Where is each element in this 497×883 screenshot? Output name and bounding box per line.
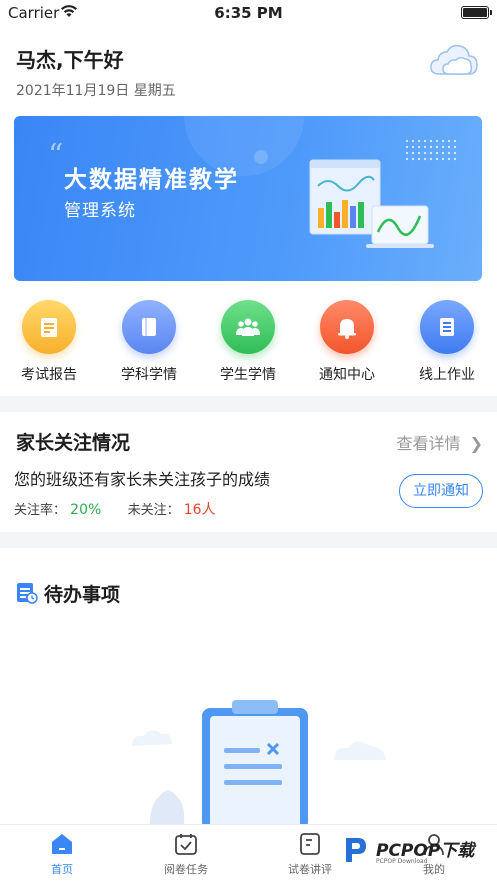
menu-label: 考试报告	[21, 367, 77, 383]
menu-notification-center[interactable]: 通知中心	[302, 298, 392, 384]
tab-label: 阅卷任务	[164, 863, 208, 876]
view-detail-link[interactable]: 查看详情 ❯	[396, 430, 483, 454]
todo-list-icon	[17, 583, 38, 604]
section-divider	[0, 396, 497, 412]
pcpop-logo	[337, 833, 371, 867]
banner-decoration-dot	[254, 150, 268, 164]
attention-rate-label: 关注率：	[14, 503, 67, 518]
menu-label: 通知中心	[319, 367, 375, 383]
dashboard-illustration	[309, 159, 434, 248]
menu-exam-report[interactable]: 考试报告	[4, 298, 94, 384]
attention-rate-value: 20%	[70, 502, 102, 518]
unfollowed-value: 16人	[183, 502, 216, 518]
banner-subtitle: 管理系统	[64, 201, 136, 221]
menu-label: 学生学情	[220, 367, 276, 383]
section-divider	[0, 532, 497, 548]
book-icon	[122, 300, 176, 354]
notify-now-button[interactable]: 立即通知	[399, 474, 483, 508]
calendar-check-icon	[175, 834, 197, 855]
banner-title: 大数据精准教学	[64, 167, 239, 193]
home-icon	[52, 834, 72, 854]
view-detail-label: 查看详情	[396, 434, 461, 453]
watermark-subtext: PCPOP Download	[376, 858, 428, 865]
greeting-title: 马杰,下午好	[16, 48, 124, 72]
report-icon	[22, 300, 76, 354]
todo-section-title: 待办事项	[44, 584, 121, 606]
paper-icon	[300, 833, 320, 855]
tab-home[interactable]: 首页	[17, 831, 107, 877]
menu-online-homework[interactable]: 线上作业	[402, 298, 492, 384]
menu-label: 学科学情	[121, 367, 177, 383]
students-icon	[221, 300, 275, 354]
menu-student-analysis[interactable]: 学生学情	[203, 298, 293, 384]
promo-banner[interactable]: “ 大数据精准教学 管理系统	[14, 116, 482, 281]
menu-subject-analysis[interactable]: 学科学情	[104, 298, 194, 384]
pcpop-watermark: PCPOP下载 PCPOP Download	[336, 830, 496, 870]
date-label: 2021年11月19日 星期五	[16, 83, 176, 99]
document-icon	[420, 300, 474, 354]
battery-icon	[461, 6, 492, 19]
parents-description: 您的班级还有家长未关注孩子的成绩	[14, 470, 271, 489]
menu-label: 线上作业	[419, 367, 475, 383]
empty-state-illustration	[132, 700, 386, 830]
status-bar: Carrier 6:35 PM	[0, 0, 497, 26]
unfollowed-label: 未关注：	[127, 503, 180, 518]
cloud-icon	[430, 44, 478, 75]
clock-time: 6:35 PM	[214, 4, 283, 22]
chevron-right-icon: ❯	[469, 434, 483, 453]
tab-label: 首页	[51, 863, 73, 876]
parents-section-title: 家长关注情况	[16, 432, 131, 454]
quick-menu: 考试报告 学科学情 学生学情 通知中心 线上作业	[0, 298, 497, 388]
bell-icon	[320, 300, 374, 354]
tab-marking-tasks[interactable]: 阅卷任务	[141, 831, 231, 877]
quote-mark: “	[48, 138, 64, 173]
attention-stats: 关注率： 20% 未关注： 16人	[14, 499, 216, 519]
